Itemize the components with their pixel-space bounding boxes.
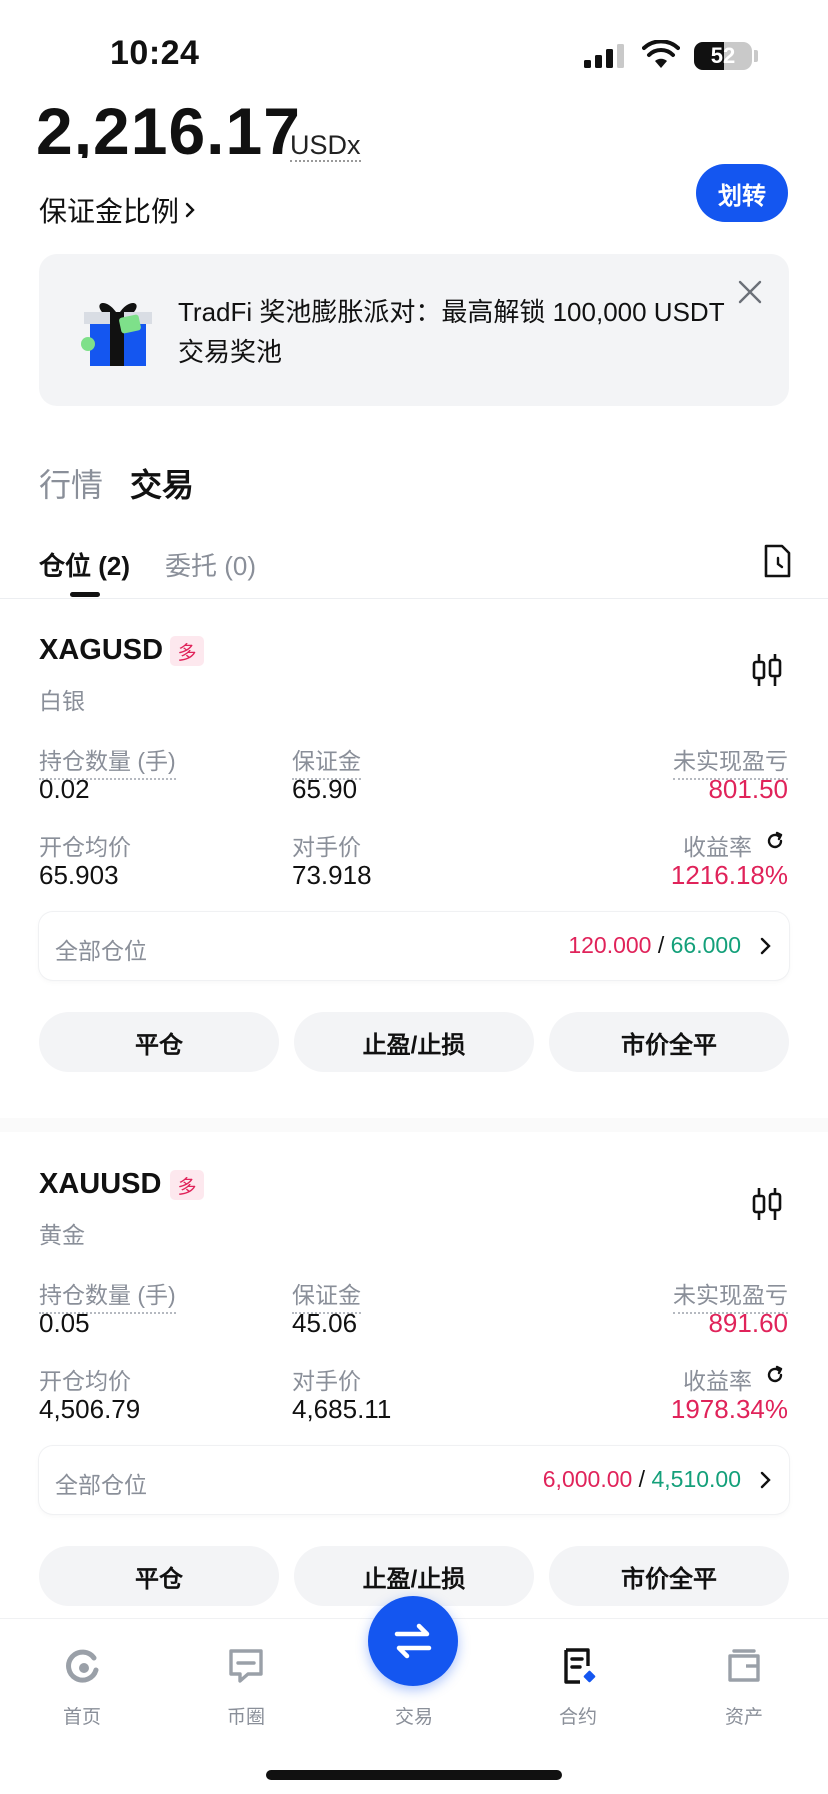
nav-assets[interactable]: 资产 [684, 1646, 804, 1729]
entry-label: 开仓均价 [39, 834, 131, 860]
all-positions-values: 6,000.00 / 4,510.00 [542, 1466, 741, 1492]
battery-level: 52 [710, 43, 736, 68]
upnl-value: 801.50 [708, 774, 788, 804]
tab-orders[interactable]: 委托 (0) [165, 546, 256, 583]
tabs-divider [0, 598, 828, 599]
chat-bubble-icon [229, 1649, 263, 1683]
entry-value: 4,506.79 [39, 1394, 141, 1424]
roi-label: 收益率 [683, 1368, 752, 1394]
refresh-icon[interactable] [764, 830, 786, 852]
close-position-button[interactable]: 平仓 [39, 1012, 279, 1072]
banner-text: TradFi 奖池膨胀派对：最高解锁 100,000 USDT 交易奖池 [178, 297, 725, 367]
upnl-value: 891.60 [708, 1308, 788, 1338]
contract-document-icon [564, 1648, 596, 1684]
tab-positions[interactable]: 仓位 (2) [39, 546, 130, 583]
margin-ratio-link[interactable]: 保证金比例 [39, 190, 197, 230]
candlestick-chart-icon[interactable] [750, 1186, 784, 1222]
transfer-button[interactable]: 划转 [696, 164, 788, 222]
roi-value: 1978.34% [670, 1394, 788, 1424]
all-positions-label: 全部仓位 [55, 1472, 147, 1498]
chevron-right-icon [185, 202, 195, 218]
cellular-signal-icon [584, 44, 624, 68]
nav-assets-label: 资产 [724, 1707, 763, 1728]
card-separator [0, 1118, 828, 1132]
all-positions-row[interactable]: 全部仓位 120.000 / 66.000 [39, 912, 789, 980]
counter-value: 4,685.11 [292, 1394, 392, 1424]
margin-value: 45.06 [292, 1308, 358, 1338]
close-position-button[interactable]: 平仓 [39, 1546, 279, 1606]
nav-community-label: 币圈 [226, 1707, 265, 1728]
all-positions-values: 120.000 / 66.000 [568, 932, 741, 958]
home-indicator [266, 1770, 562, 1780]
all-long-value: 6,000.00 [542, 1466, 633, 1492]
all-positions-row[interactable]: 全部仓位 6,000.00 / 4,510.00 [39, 1446, 789, 1514]
nav-futures-label: 合约 [558, 1707, 597, 1728]
side-badge: 多 [170, 636, 204, 666]
gift-box-icon [81, 302, 152, 366]
counter-label: 对手价 [292, 834, 361, 860]
margin-ratio-label: 保证金比例 [39, 196, 180, 227]
all-long-value: 120.000 [568, 932, 652, 958]
counter-label: 对手价 [292, 1368, 361, 1394]
position-name: 白银 [39, 688, 85, 714]
entry-value: 65.903 [39, 860, 119, 890]
nav-trade-label: 交易 [394, 1707, 433, 1728]
refresh-icon[interactable] [764, 1364, 786, 1386]
segment-trade[interactable]: 交易 [130, 460, 194, 506]
wifi-icon [642, 40, 680, 68]
counter-value: 73.918 [292, 860, 372, 890]
all-short-value: 4,510.00 [651, 1466, 741, 1492]
account-balance: 2,216.17 [36, 96, 301, 158]
position-name: 黄金 [39, 1222, 85, 1248]
all-short-value: 66.000 [670, 932, 741, 958]
balance-currency[interactable]: USDx [290, 130, 361, 162]
nav-community[interactable]: 币圈 [186, 1646, 306, 1729]
side-badge: 多 [170, 1170, 204, 1200]
home-icon [66, 1649, 99, 1683]
margin-value: 65.90 [292, 774, 358, 804]
entry-label: 开仓均价 [39, 1368, 131, 1394]
roi-label: 收益率 [683, 834, 752, 860]
tpsl-button[interactable]: 止盈/止损 [294, 1012, 534, 1072]
swap-arrows-icon [394, 1623, 432, 1659]
qty-value: 0.05 [39, 1308, 90, 1338]
wallet-icon [728, 1649, 760, 1682]
candlestick-chart-icon[interactable] [750, 652, 784, 688]
battery-icon: 52 [694, 42, 752, 70]
nav-trade[interactable]: 交易 [354, 1686, 474, 1729]
segment-market[interactable]: 行情 [39, 460, 103, 506]
trade-fab-button[interactable] [368, 1596, 458, 1686]
position-symbol[interactable]: XAGUSD [39, 634, 163, 667]
nav-home-label: 首页 [62, 1707, 101, 1728]
qty-value: 0.02 [39, 774, 90, 804]
battery-tip [754, 50, 758, 62]
nav-home[interactable]: 首页 [22, 1646, 142, 1729]
tab-active-indicator [70, 592, 100, 597]
close-icon[interactable] [736, 278, 764, 306]
chevron-right-icon [760, 1471, 771, 1489]
market-close-button[interactable]: 市价全平 [549, 1012, 789, 1072]
all-positions-label: 全部仓位 [55, 938, 147, 964]
roi-value: 1216.18% [670, 860, 788, 890]
nav-futures[interactable]: 合约 [518, 1646, 638, 1729]
status-time: 10:24 [110, 34, 200, 72]
position-symbol[interactable]: XAUUSD [39, 1168, 161, 1201]
market-close-button[interactable]: 市价全平 [549, 1546, 789, 1606]
history-document-icon[interactable] [762, 544, 792, 578]
chevron-right-icon [760, 937, 771, 955]
